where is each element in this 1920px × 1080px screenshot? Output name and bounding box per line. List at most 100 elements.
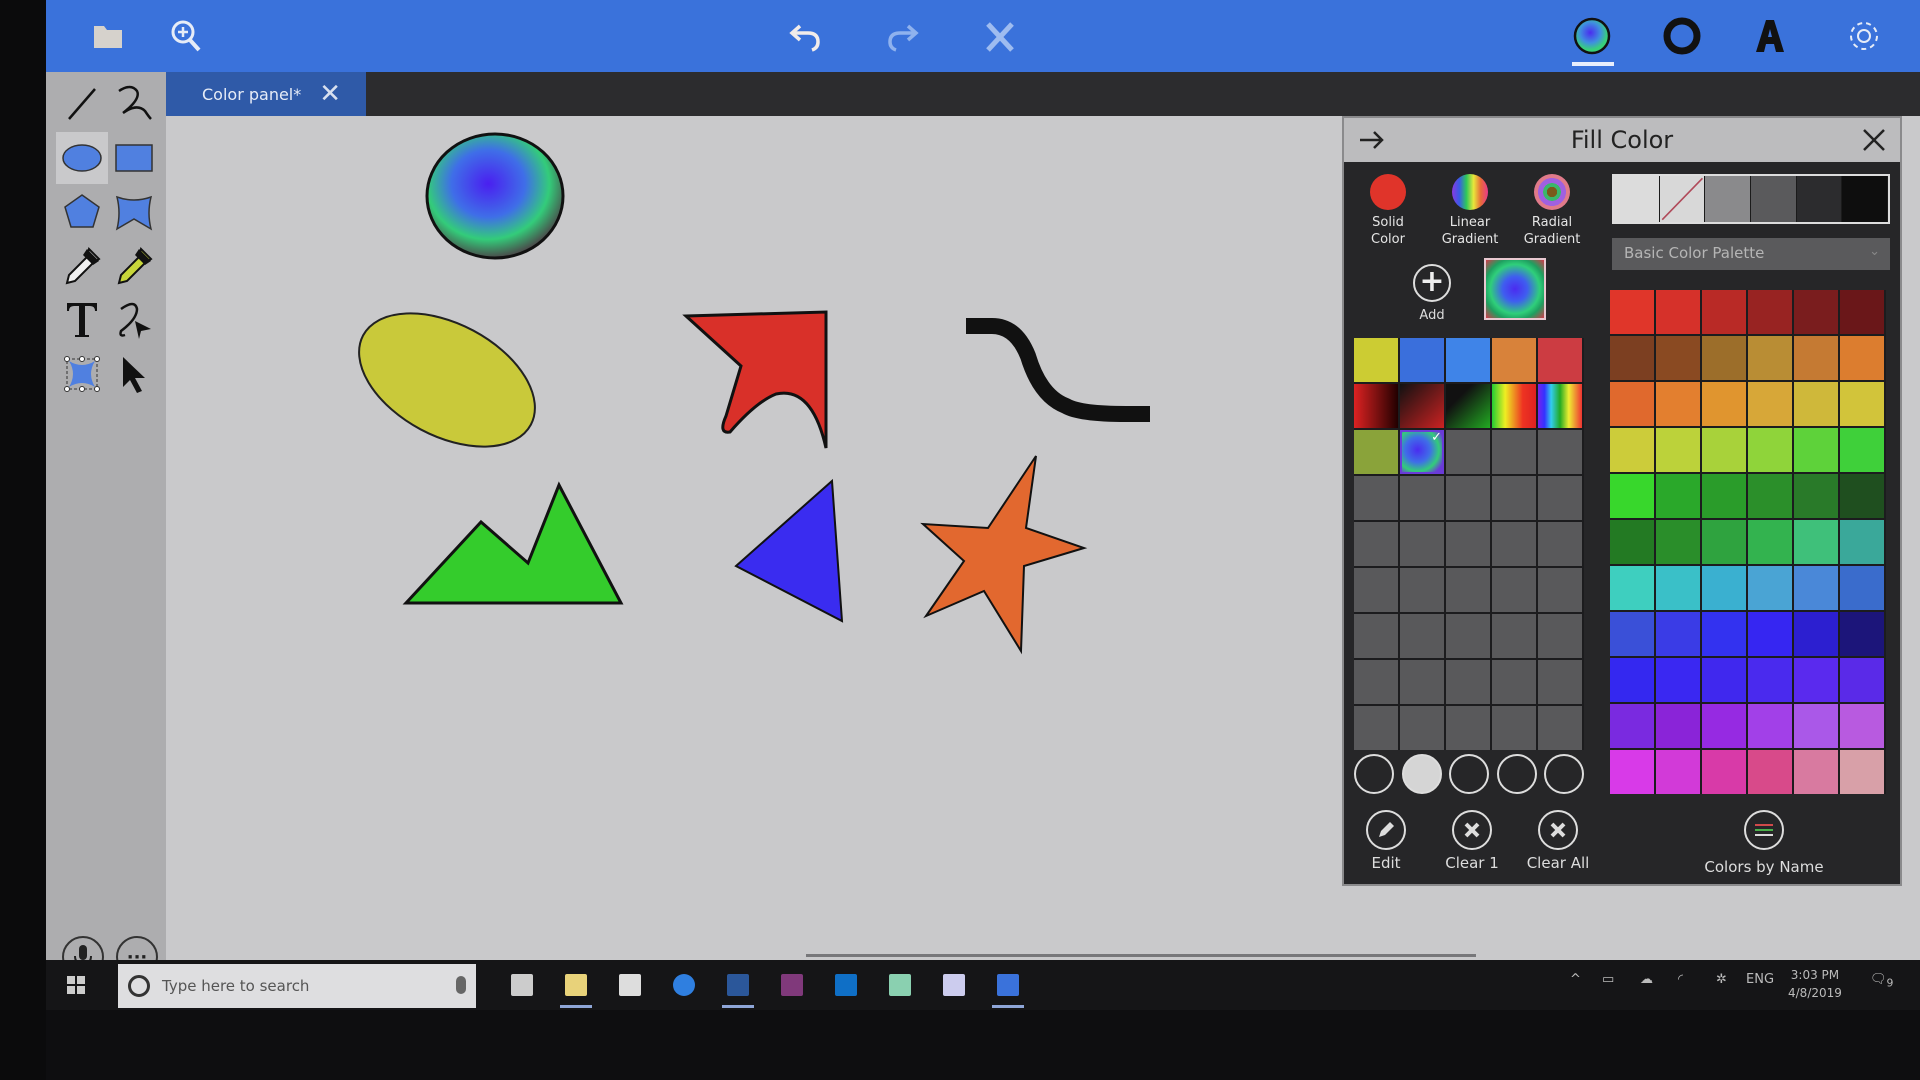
palette-swatch[interactable] (1794, 474, 1838, 518)
ellipse-tool[interactable] (56, 132, 108, 184)
onedrive-icon[interactable]: ☁ (1640, 972, 1653, 987)
palette-swatch[interactable] (1610, 428, 1654, 472)
palette-swatch[interactable] (1702, 290, 1746, 334)
color-slot[interactable] (1354, 754, 1394, 794)
empty-swatch[interactable] (1492, 660, 1536, 704)
gradient-ellipse[interactable] (425, 132, 565, 260)
palette-swatch[interactable] (1610, 612, 1654, 656)
green-mountains[interactable] (402, 481, 624, 605)
gray-swatch[interactable] (1705, 176, 1752, 222)
empty-swatch[interactable] (1354, 476, 1398, 520)
palette-swatch[interactable] (1656, 612, 1700, 656)
palette-swatch[interactable] (1794, 428, 1838, 472)
current-fill-preview[interactable] (1484, 258, 1546, 320)
empty-swatch[interactable] (1492, 706, 1536, 750)
empty-swatch[interactable] (1446, 522, 1490, 566)
palette-swatch[interactable] (1610, 336, 1654, 380)
polygon-tool[interactable] (56, 186, 108, 238)
palette-swatch[interactable] (1702, 658, 1746, 702)
solid-color-option[interactable]: Solid Color (1348, 174, 1428, 248)
palette-swatch[interactable] (1702, 612, 1746, 656)
linear-gradient-option[interactable]: Linear Gradient (1430, 174, 1510, 248)
tab-color-panel[interactable]: Color panel* ✕ (166, 72, 366, 116)
word-icon[interactable] (718, 968, 758, 1008)
palette-swatch[interactable] (1748, 520, 1792, 564)
custom-swatch[interactable] (1354, 430, 1398, 474)
custom-swatch[interactable] (1446, 430, 1490, 474)
horizontal-scrollbar[interactable] (806, 954, 1476, 957)
palette-swatch[interactable] (1656, 704, 1700, 748)
palette-swatch[interactable] (1840, 520, 1884, 564)
gray-swatch[interactable] (1842, 176, 1889, 222)
notepad-icon[interactable] (880, 968, 920, 1002)
palette-dropdown[interactable]: Basic Color Palette ⌄ (1612, 238, 1890, 270)
empty-swatch[interactable] (1538, 660, 1582, 704)
empty-swatch[interactable] (1354, 614, 1398, 658)
palette-swatch[interactable] (1748, 704, 1792, 748)
edit-points-tool[interactable] (56, 348, 108, 400)
palette-swatch[interactable] (1794, 566, 1838, 610)
empty-swatch[interactable] (1492, 568, 1536, 612)
palette-swatch[interactable] (1610, 290, 1654, 334)
custom-swatch[interactable] (1446, 338, 1490, 382)
palette-swatch[interactable] (1794, 612, 1838, 656)
empty-swatch[interactable] (1538, 568, 1582, 612)
text-tool[interactable] (56, 294, 108, 346)
palette-swatch[interactable] (1840, 658, 1884, 702)
yellow-ellipse[interactable] (337, 286, 557, 474)
panel-close-icon[interactable] (1858, 124, 1890, 156)
empty-swatch[interactable] (1354, 660, 1398, 704)
palette-swatch[interactable] (1656, 382, 1700, 426)
palette-swatch[interactable] (1656, 290, 1700, 334)
color-slot[interactable] (1544, 754, 1584, 794)
palette-swatch[interactable] (1702, 382, 1746, 426)
notification-center-icon[interactable]: 🗨9 (1870, 972, 1893, 990)
tab-close-icon[interactable]: ✕ (319, 81, 341, 107)
empty-swatch[interactable] (1446, 476, 1490, 520)
custom-swatch[interactable] (1492, 430, 1536, 474)
language-indicator[interactable]: ENG (1746, 972, 1774, 987)
empty-swatch[interactable] (1400, 476, 1444, 520)
palette-swatch[interactable] (1748, 750, 1792, 794)
custom-swatch[interactable] (1354, 384, 1398, 428)
orange-star[interactable] (920, 455, 1088, 655)
empty-swatch[interactable] (1492, 476, 1536, 520)
clear-one-button[interactable]: Clear 1 (1432, 810, 1512, 872)
edge-icon[interactable] (664, 968, 704, 1002)
palette-swatch[interactable] (1840, 704, 1884, 748)
wifi-icon[interactable]: ◜ (1678, 972, 1683, 987)
edit-button[interactable]: Edit (1346, 810, 1426, 872)
battery-icon[interactable]: ▭ (1602, 972, 1614, 987)
palette-swatch[interactable] (1840, 612, 1884, 656)
palette-swatch[interactable] (1656, 336, 1700, 380)
clear-all-button[interactable]: Clear All (1518, 810, 1598, 872)
taskbar-search[interactable]: Type here to search (118, 964, 476, 1008)
color-slot[interactable] (1496, 754, 1537, 794)
custom-swatch[interactable] (1354, 338, 1398, 382)
palette-swatch[interactable] (1840, 566, 1884, 610)
color-slot[interactable] (1449, 754, 1489, 794)
empty-swatch[interactable] (1400, 522, 1444, 566)
palette-swatch[interactable] (1748, 474, 1792, 518)
onenote-icon[interactable] (772, 968, 812, 1002)
blue-triangle[interactable] (734, 478, 844, 623)
delete-icon[interactable] (974, 10, 1026, 62)
palette-swatch[interactable] (1794, 520, 1838, 564)
palette-swatch[interactable] (1702, 428, 1746, 472)
palette-swatch[interactable] (1702, 750, 1746, 794)
empty-swatch[interactable] (1354, 706, 1398, 750)
palette-swatch[interactable] (1610, 520, 1654, 564)
empty-swatch[interactable] (1400, 614, 1444, 658)
store-icon[interactable] (610, 968, 650, 1002)
stroke-color-icon[interactable] (1656, 10, 1708, 62)
palette-swatch[interactable] (1702, 520, 1746, 564)
start-button[interactable] (60, 968, 92, 1002)
custom-swatch[interactable] (1538, 384, 1582, 428)
custom-swatch[interactable] (1446, 384, 1490, 428)
draw-app-icon[interactable] (988, 968, 1028, 1008)
gray-swatch[interactable] (1796, 176, 1843, 222)
zoom-in-icon[interactable] (160, 10, 212, 62)
system-clock[interactable]: 3:03 PM 4/8/2019 (1788, 966, 1842, 1002)
custom-swatch[interactable]: ✓ (1400, 430, 1444, 474)
palette-swatch[interactable] (1840, 428, 1884, 472)
